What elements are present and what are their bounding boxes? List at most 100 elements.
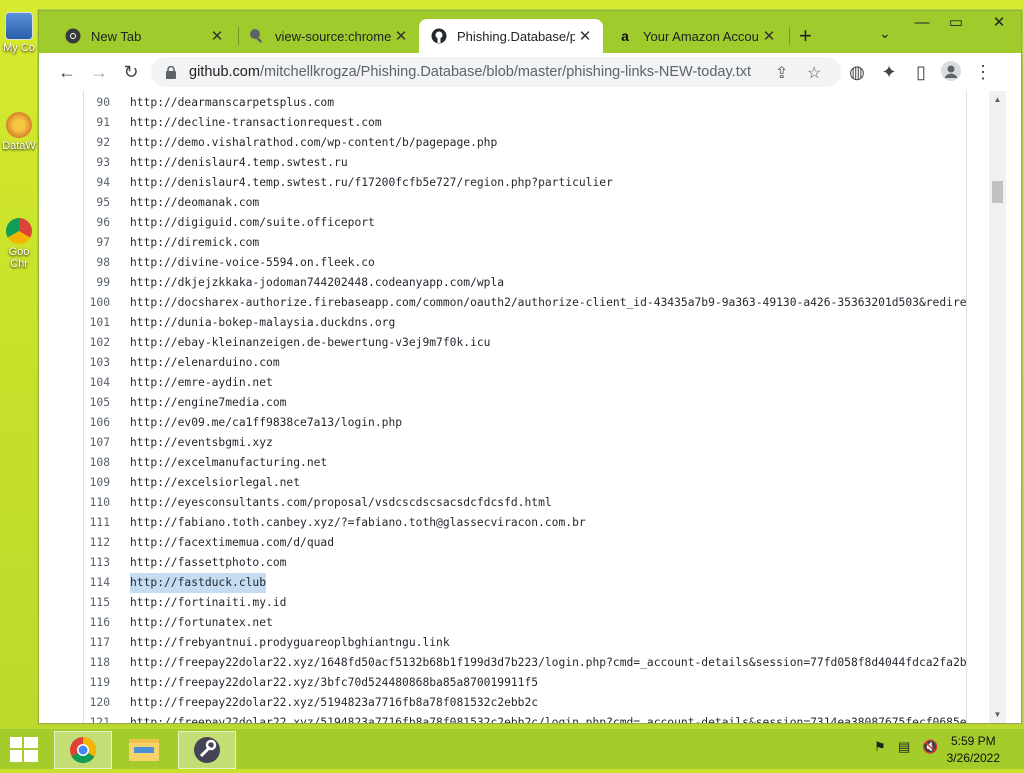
line-text: http://divine-voice-5594.on.fleek.co xyxy=(130,256,375,269)
share-icon[interactable]: ⇪ xyxy=(775,63,788,83)
close-icon[interactable]: ✕ xyxy=(207,27,227,45)
line-number[interactable]: 99 xyxy=(84,273,110,293)
puzzle-icon[interactable]: ✦ xyxy=(877,60,901,84)
forward-button[interactable]: → xyxy=(87,60,111,84)
system-clock[interactable]: 5:59 PM 3/26/2022 xyxy=(947,733,1000,767)
line-number[interactable]: 117 xyxy=(84,633,110,653)
line-text: http://diremick.com xyxy=(130,236,260,249)
tab-new-tab[interactable]: New Tab ✕ xyxy=(53,19,235,53)
star-icon[interactable]: ☆ xyxy=(807,63,821,83)
desktop-icon-chrome[interactable]: Goo Chr xyxy=(0,218,38,270)
line-number[interactable]: 102 xyxy=(84,333,110,353)
line-number[interactable]: 107 xyxy=(84,433,110,453)
taskbar-file-explorer[interactable] xyxy=(116,731,172,767)
close-icon[interactable]: ✕ xyxy=(575,27,595,45)
line-number[interactable]: 112 xyxy=(84,533,110,553)
flag-icon[interactable]: ⚑ xyxy=(874,739,886,755)
close-window-button[interactable]: ✕ xyxy=(977,11,1021,37)
selected-line-text: http://fastduck.club xyxy=(130,573,267,593)
line-number[interactable]: 98 xyxy=(84,253,110,273)
start-button[interactable] xyxy=(10,737,38,763)
code-line: 99 http://dkjejzkkaka-jodoman744202448.co… xyxy=(84,273,966,293)
taskbar-tool[interactable] xyxy=(178,731,236,769)
taskbar-chrome[interactable] xyxy=(54,731,112,769)
line-text: http://denislaur4.temp.swtest.ru/f17200f… xyxy=(130,176,613,189)
code-line: 97 http://diremick.com xyxy=(84,233,966,253)
code-line: 96 http://digiguid.com/suite.officeport xyxy=(84,213,966,233)
desktop-icon-label: My Co xyxy=(3,42,35,54)
line-number[interactable]: 97 xyxy=(84,233,110,253)
code-line: 121 http://freepay22dolar22.xyz/5194823a7… xyxy=(84,713,967,723)
tab-divider xyxy=(789,27,790,45)
line-number[interactable]: 95 xyxy=(84,193,110,213)
line-number[interactable]: 111 xyxy=(84,513,110,533)
browser-toolbar: ← → ↻ github.com/mitchellkrogza/Phishing… xyxy=(39,53,1021,92)
line-number[interactable]: 109 xyxy=(84,473,110,493)
maximize-button[interactable]: ▭ xyxy=(939,11,973,37)
scrollbar-thumb[interactable] xyxy=(992,181,1003,203)
minimize-button[interactable]: — xyxy=(905,11,939,37)
line-number[interactable]: 90 xyxy=(84,93,110,113)
code-line: 113 http://fassettphoto.com xyxy=(84,553,966,573)
extension-icon[interactable]: ◍ xyxy=(845,60,869,84)
line-number[interactable]: 121 xyxy=(84,713,110,723)
code-line: 95 http://deomanak.com xyxy=(84,193,966,213)
tab-view-source[interactable]: view-source:chrome-e ✕ xyxy=(237,19,419,53)
line-number[interactable]: 110 xyxy=(84,493,110,513)
reload-button[interactable]: ↻ xyxy=(119,60,143,84)
line-text: http://ev09.me/ca1ff9838ce7a13/login.php xyxy=(130,416,403,429)
line-number[interactable]: 92 xyxy=(84,133,110,153)
tab-title: Phishing.Database/ph xyxy=(457,28,575,44)
file-explorer-icon xyxy=(129,739,159,761)
line-text: http://excelmanufacturing.net xyxy=(130,456,328,469)
file-viewer: 90 http://dearmanscarpetsplus.com 91 http:/… xyxy=(83,91,967,723)
line-number[interactable]: 94 xyxy=(84,173,110,193)
line-number[interactable]: 91 xyxy=(84,113,110,133)
line-number[interactable]: 100 xyxy=(84,293,110,313)
code-line: 115 http://fortinaiti.my.id xyxy=(84,593,966,613)
tab-search-button[interactable]: ⌄ xyxy=(879,25,891,42)
line-text: http://fabiano.toth.canbey.xyz/?=fabiano… xyxy=(130,516,586,529)
tab-phishing-database[interactable]: Phishing.Database/ph ✕ xyxy=(419,19,603,53)
code-line: 106 http://ev09.me/ca1ff9838ce7a13/login.… xyxy=(84,413,966,433)
line-number[interactable]: 115 xyxy=(84,593,110,613)
line-number[interactable]: 104 xyxy=(84,373,110,393)
line-number[interactable]: 93 xyxy=(84,153,110,173)
network-icon[interactable]: ▤ xyxy=(898,739,910,755)
line-text: http://elenarduino.com xyxy=(130,356,280,369)
url-text: github.com/mitchellkrogza/Phishing.Datab… xyxy=(189,64,751,80)
line-number[interactable]: 96 xyxy=(84,213,110,233)
line-number[interactable]: 120 xyxy=(84,693,110,713)
profile-avatar[interactable] xyxy=(939,60,963,84)
tab-amazon-account[interactable]: a Your Amazon Account ✕ xyxy=(605,19,787,53)
code-line: 91 http://decline-transactionrequest.com xyxy=(84,113,966,133)
line-text: http://freepay22dolar22.xyz/5194823a7716… xyxy=(130,716,967,723)
menu-icon[interactable]: ⋮ xyxy=(971,60,995,84)
desktop-icon-computer[interactable]: My Co xyxy=(0,12,38,54)
line-number[interactable]: 113 xyxy=(84,553,110,573)
line-number[interactable]: 118 xyxy=(84,653,110,673)
side-panel-icon[interactable]: ▯ xyxy=(909,60,933,84)
address-bar[interactable]: github.com/mitchellkrogza/Phishing.Datab… xyxy=(151,57,841,87)
desktop-icon-datawarehouse[interactable]: DataW xyxy=(0,112,38,152)
back-button[interactable]: ← xyxy=(55,60,79,84)
close-icon[interactable]: ✕ xyxy=(391,27,411,45)
desktop-icon-label: DataW xyxy=(2,140,36,152)
line-number[interactable]: 108 xyxy=(84,453,110,473)
close-icon[interactable]: ✕ xyxy=(759,27,779,45)
line-number[interactable]: 119 xyxy=(84,673,110,693)
new-tab-button[interactable]: + xyxy=(799,25,812,47)
line-number[interactable]: 103 xyxy=(84,353,110,373)
volume-icon[interactable]: 🔇 xyxy=(922,739,938,755)
line-number[interactable]: 105 xyxy=(84,393,110,413)
scroll-down-icon[interactable]: ▼ xyxy=(989,706,1006,723)
scroll-up-icon[interactable]: ▲ xyxy=(989,91,1006,108)
url-host: github.com xyxy=(189,64,260,80)
vertical-scrollbar[interactable]: ▲ ▼ xyxy=(989,91,1006,723)
line-number[interactable]: 101 xyxy=(84,313,110,333)
line-number[interactable]: 106 xyxy=(84,413,110,433)
line-text: http://decline-transactionrequest.com xyxy=(130,116,382,129)
line-number[interactable]: 116 xyxy=(84,613,110,633)
code-line: 108 http://excelmanufacturing.net xyxy=(84,453,966,473)
line-number[interactable]: 114 xyxy=(84,573,110,593)
